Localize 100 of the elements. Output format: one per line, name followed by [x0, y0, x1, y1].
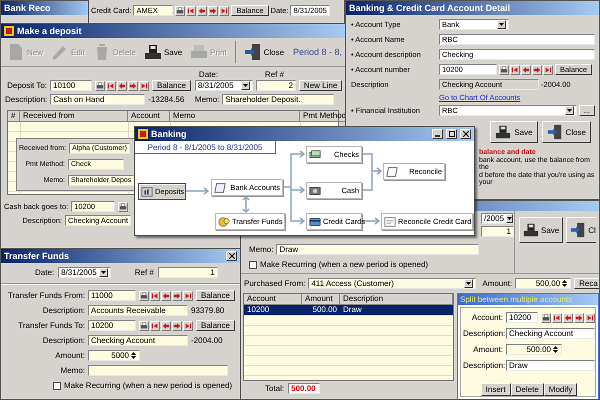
balance-button[interactable]: Balance — [152, 80, 191, 91]
toolbar-button[interactable]: Save — [519, 217, 564, 243]
toolbar-button[interactable]: Save — [140, 40, 186, 64]
recalc-button[interactable]: Reca — [574, 278, 599, 289]
first-record-icon[interactable] — [186, 6, 196, 16]
connector-arrow — [242, 196, 250, 214]
printer-icon[interactable] — [118, 202, 128, 212]
printer-icon[interactable] — [499, 64, 509, 74]
toolbar-button[interactable]: Cl — [566, 217, 596, 243]
first-record-icon[interactable] — [150, 290, 160, 300]
table-cell-text: 500.00 — [312, 305, 338, 315]
date-dropdown[interactable]: 8/31/2005 — [194, 80, 253, 91]
date-dropdown[interactable]: /2005 — [481, 213, 514, 224]
description-field[interactable]: Checking Account — [506, 328, 595, 339]
next-record-icon[interactable] — [172, 290, 182, 300]
toolbar-button[interactable]: Close — [542, 121, 591, 143]
last-record-icon[interactable] — [183, 320, 193, 330]
previous-record-icon[interactable] — [563, 312, 573, 322]
toolbar-button[interactable]: Close — [240, 40, 288, 64]
account-field[interactable]: 10100 — [50, 80, 92, 91]
balance-amount: 93379.80 — [191, 306, 224, 315]
last-record-icon[interactable] — [139, 80, 149, 90]
last-record-icon[interactable] — [219, 6, 230, 16]
amount-field[interactable]: 500.00 — [506, 344, 562, 355]
checkbox[interactable] — [249, 260, 257, 268]
caret-icon — [506, 214, 514, 223]
next-record-icon[interactable] — [574, 312, 584, 322]
description-field[interactable]: Cash on Hand — [50, 94, 146, 105]
caret-icon — [464, 279, 474, 288]
memo-field[interactable] — [88, 365, 228, 376]
next-record-icon[interactable] — [532, 64, 542, 74]
next-record-icon[interactable] — [172, 320, 182, 330]
last-record-icon[interactable] — [183, 290, 193, 300]
new-line-button[interactable]: New Line — [298, 80, 342, 91]
balance-button[interactable]: Balance — [196, 320, 235, 331]
printer-icon[interactable] — [175, 6, 186, 16]
field-label: Transfer Funds To: — [17, 321, 85, 330]
previous-record-icon[interactable] — [521, 64, 531, 74]
card-icon — [214, 182, 226, 194]
memo-field[interactable]: Draw — [276, 244, 479, 255]
coins-icon — [218, 216, 230, 228]
printer-icon[interactable] — [139, 290, 149, 300]
minimize-icon[interactable] — [432, 129, 443, 139]
previous-record-icon[interactable] — [197, 6, 208, 16]
first-record-icon[interactable] — [510, 64, 520, 74]
reference-field[interactable]: 1 — [481, 226, 514, 237]
credit-card-icon — [309, 216, 321, 228]
window-title: Banking — [151, 129, 187, 139]
previous-record-icon[interactable] — [161, 320, 171, 330]
next-record-icon[interactable] — [208, 6, 218, 16]
amount-field[interactable]: 5000 — [88, 350, 140, 361]
field-label: Purchased From: — [244, 279, 306, 288]
maximize-icon[interactable] — [446, 129, 457, 139]
caret-icon — [240, 81, 250, 90]
split-action-button[interactable]: Insert — [480, 383, 511, 396]
balance-amount: -2004.00 — [191, 336, 223, 345]
account-field[interactable]: 11000 — [88, 290, 136, 301]
printer-icon[interactable] — [139, 320, 149, 330]
last-record-icon[interactable] — [585, 312, 595, 322]
spinner-icon — [552, 345, 559, 354]
account-field[interactable]: 10200 — [506, 312, 538, 323]
description-field[interactable]: Accounts Receivable — [88, 305, 188, 316]
first-record-icon[interactable] — [150, 320, 160, 330]
field-label: Description: — [463, 361, 503, 370]
reference-field[interactable]: 2 — [256, 80, 296, 91]
field-label: Amount: — [472, 345, 503, 354]
door-exit-icon — [244, 43, 262, 61]
account-field[interactable]: 10200 — [88, 320, 136, 331]
table-row[interactable]: 10200 500.00 Draw — [244, 305, 453, 316]
document-icon — [7, 43, 25, 61]
close-icon[interactable] — [226, 251, 237, 261]
vendor-dropdown[interactable]: 411 Access (Customer) — [308, 278, 476, 289]
previous-record-icon[interactable] — [161, 290, 171, 300]
printer-icon[interactable] — [541, 312, 551, 322]
description-field[interactable]: Checking Account — [88, 335, 188, 346]
balance-button[interactable]: Balance — [196, 290, 235, 301]
money-icon — [309, 148, 321, 160]
field-label: Memo: — [194, 95, 220, 104]
split-action-button[interactable]: Modify — [544, 383, 578, 396]
box-icon — [141, 186, 153, 198]
field-label: Deposit To: — [6, 81, 47, 90]
close-icon[interactable] — [460, 129, 471, 139]
total-field[interactable]: 500.00 — [288, 383, 320, 394]
checkbox[interactable] — [53, 382, 61, 390]
reference-field[interactable]: 1 — [158, 267, 218, 278]
amount-field[interactable]: 500.00 — [515, 278, 572, 289]
previous-record-icon[interactable] — [117, 80, 127, 90]
printer-icon[interactable] — [95, 80, 105, 90]
spinner-icon — [130, 351, 137, 360]
description-field[interactable]: Draw — [506, 360, 595, 371]
last-record-icon[interactable] — [543, 64, 553, 74]
period-label: Period 8 - 8, — [292, 47, 342, 57]
date-dropdown[interactable]: 8/31/2005 — [58, 267, 111, 278]
split-action-button[interactable]: Delete — [510, 383, 544, 396]
door-exit-icon — [546, 124, 563, 140]
first-record-icon[interactable] — [106, 80, 116, 90]
memo-field[interactable]: Shareholder Deposit. — [222, 94, 334, 105]
first-record-icon[interactable] — [552, 312, 562, 322]
next-record-icon[interactable] — [128, 80, 138, 90]
toolbar-button[interactable]: Save — [490, 121, 538, 143]
